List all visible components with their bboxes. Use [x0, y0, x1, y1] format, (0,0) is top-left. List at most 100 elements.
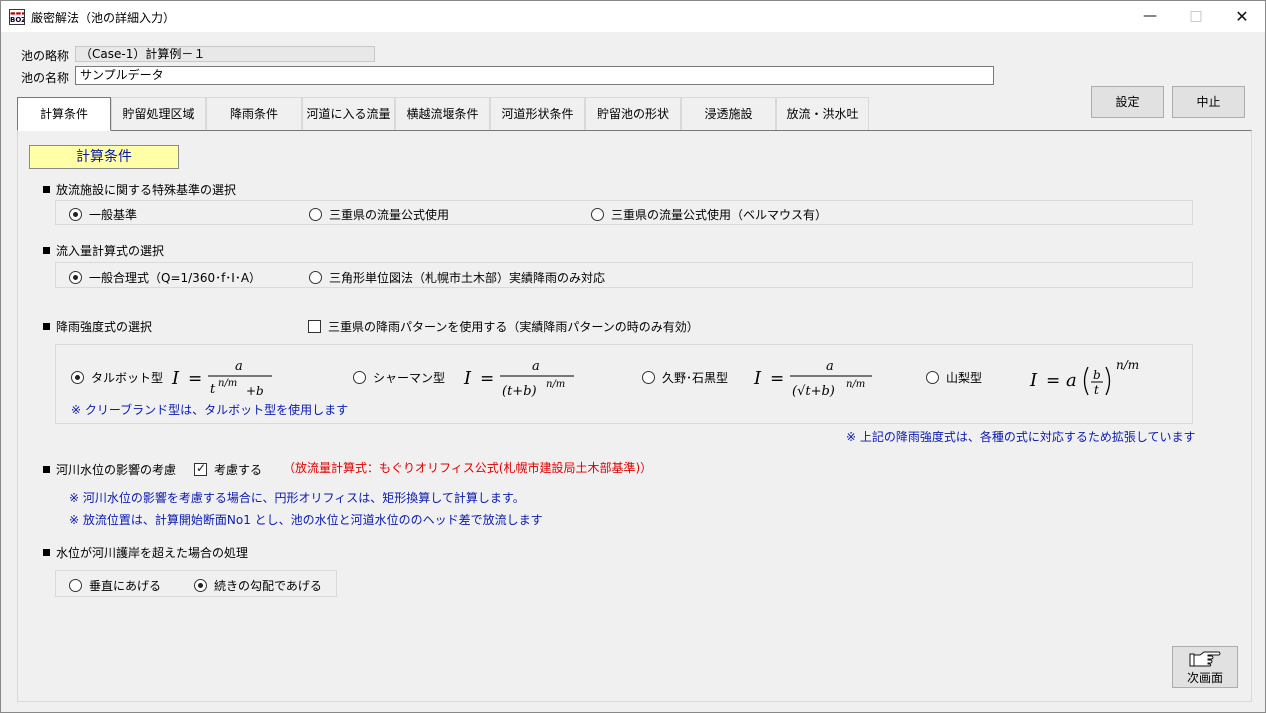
rainfall-option-talbot[interactable]: タルボット型: [71, 369, 163, 386]
inflow-option-label: 三角形単位図法（札幌市土木部）実績降雨のみ対応: [329, 271, 606, 285]
inflow-option-triangular[interactable]: 三角形単位図法（札幌市土木部）実績降雨のみ対応: [309, 269, 605, 286]
formula-symbol: =: [480, 369, 494, 389]
next-screen-button[interactable]: 次画面: [1172, 646, 1238, 688]
discharge-option-mie-bellmouth[interactable]: 三重県の流量公式使用（ベルマウス有）: [591, 206, 827, 223]
app-icon: ▬▬▬ BOZ: [9, 9, 25, 25]
radio-selected-icon[interactable]: [194, 579, 207, 592]
formula-symbol: a: [826, 359, 834, 374]
inflow-heading: 流入量計算式の選択: [43, 242, 164, 259]
discharge-heading: 放流施設に関する特殊基準の選択: [43, 181, 236, 198]
extended-formula-note: ※ 上記の降雨強度式は、各種の式に対応するため拡張しています: [846, 430, 1196, 444]
rainfall-heading-text: 降雨強度式の選択: [56, 320, 153, 334]
radio-icon[interactable]: [591, 208, 604, 221]
formula-symbol: n/m: [546, 379, 565, 390]
formula-symbol: =: [188, 369, 202, 389]
left-paren: [1083, 366, 1089, 396]
checkbox-icon[interactable]: [308, 320, 321, 333]
radio-icon[interactable]: [642, 371, 655, 384]
formula-symbol: n/m: [846, 379, 865, 390]
radio-selected-icon[interactable]: [69, 271, 82, 284]
minimize-icon[interactable]: —: [1127, 1, 1173, 32]
next-screen-label: 次画面: [1186, 671, 1223, 685]
section-title: 計算条件: [29, 145, 179, 169]
tab-calc-conditions[interactable]: 計算条件: [17, 97, 111, 131]
pointing-hand-icon: [1189, 651, 1221, 667]
inflow-group: 一般合理式（Q=1/360･f･I･A） 三角形単位図法（札幌市土木部）実績降雨…: [55, 262, 1193, 288]
overflow-option-label: 続きの勾配であげる: [214, 579, 322, 593]
tab-infiltration[interactable]: 浸透施設: [681, 97, 776, 131]
discharge-option-label: 三重県の流量公式使用（ベルマウス有）: [611, 208, 828, 222]
formula-symbol: +b: [246, 384, 264, 398]
talbot-formula: I = a t n/m +b: [171, 359, 272, 398]
short-name-field: （Case-1）計算例－１: [75, 46, 375, 62]
formula-symbol: (√t+b): [792, 384, 835, 399]
yamanashi-formula: I = a b t n/m: [1029, 358, 1139, 397]
radio-icon[interactable]: [309, 208, 322, 221]
formula-symbol: =: [770, 369, 784, 389]
river-note-orifice: ※ 河川水位の影響を考慮する場合に、円形オリフィスは、矩形換算して計算します。: [69, 491, 525, 505]
formula-symbol: t: [210, 382, 216, 397]
rainfall-option-kuno-ishiguro[interactable]: 久野･石黒型: [642, 369, 728, 386]
rainfall-heading: 降雨強度式の選択: [43, 318, 152, 335]
rainfall-option-yamanashi[interactable]: 山梨型: [926, 369, 982, 386]
maximize-icon[interactable]: □: [1173, 1, 1219, 32]
name-label: 池の名称: [21, 71, 70, 85]
formula-symbol: n/m: [218, 378, 237, 389]
radio-icon[interactable]: [69, 579, 82, 592]
formula-symbol: n/m: [1116, 358, 1139, 372]
mie-pattern-checkbox[interactable]: 三重県の降雨パターンを使用する（実績降雨パターンの時のみ有効）: [308, 318, 699, 335]
close-icon[interactable]: ✕: [1219, 1, 1265, 32]
discharge-group: 一般基準 三重県の流量公式使用 三重県の流量公式使用（ベルマウス有）: [55, 200, 1193, 225]
discharge-option-label: 一般基準: [89, 208, 138, 222]
cleveland-note: ※ クリーブランド型は、タルボット型を使用します: [71, 403, 349, 417]
tab-river-inflow[interactable]: 河道に入る流量: [302, 97, 395, 131]
formula-symbol: I: [463, 368, 472, 389]
discharge-option-mie[interactable]: 三重県の流量公式使用: [309, 206, 449, 223]
tab-channel-shape[interactable]: 河道形状条件: [490, 97, 585, 131]
cancel-button[interactable]: 中止: [1172, 86, 1245, 118]
right-paren: [1105, 366, 1111, 396]
overflow-group: 垂直にあげる 続きの勾配であげる: [55, 570, 337, 597]
kuno-ishiguro-formula: I = a (√t+b) n/m: [753, 359, 872, 399]
inflow-option-rational[interactable]: 一般合理式（Q=1/360･f･I･A）: [69, 269, 261, 286]
bullet-square-icon: [43, 549, 50, 556]
overflow-heading: 水位が河川護岸を超えた場合の処理: [43, 544, 248, 561]
formula-symbol: I: [1029, 370, 1038, 391]
tab-pond-shape[interactable]: 貯留池の形状: [585, 97, 681, 131]
discharge-formula-note: （放流量計算式：もぐりオリフィス公式(札幌市建設局土木部基準)）: [283, 461, 653, 475]
short-name-label: 池の略称: [21, 49, 70, 63]
radio-selected-icon[interactable]: [71, 371, 84, 384]
river-consider-label: 考慮する: [214, 463, 263, 477]
formula-symbol: a: [532, 359, 540, 374]
set-button[interactable]: 設定: [1091, 86, 1164, 118]
overflow-option-vertical[interactable]: 垂直にあげる: [69, 577, 161, 594]
tab-discharge-spillway[interactable]: 放流・洪水吐: [776, 97, 869, 131]
rainfall-group: タルボット型 シャーマン型 久野･石黒型 山梨型 I = a t n/m +b …: [55, 344, 1193, 424]
tab-rainfall[interactable]: 降雨条件: [206, 97, 302, 131]
tab-side-weir[interactable]: 横越流堰条件: [395, 97, 490, 131]
formula-symbol: t: [1094, 383, 1099, 397]
formula-symbol: a: [235, 359, 243, 374]
formula-symbol: I: [753, 368, 762, 389]
rainfall-option-sherman[interactable]: シャーマン型: [353, 369, 445, 386]
inflow-heading-text: 流入量計算式の選択: [56, 244, 165, 258]
rainfall-option-label: タルボット型: [91, 371, 164, 385]
overflow-heading-text: 水位が河川護岸を超えた場合の処理: [56, 546, 249, 560]
overflow-option-label: 垂直にあげる: [89, 579, 162, 593]
discharge-option-general[interactable]: 一般基準: [69, 206, 137, 223]
overflow-option-slope[interactable]: 続きの勾配であげる: [194, 577, 322, 594]
rainfall-option-label: 久野･石黒型: [662, 371, 729, 385]
river-note-position: ※ 放流位置は、計算開始断面No1 とし、池の水位と河道水位ののヘッド差で放流し…: [69, 513, 543, 527]
name-input[interactable]: サンプルデータ: [75, 66, 994, 85]
bullet-square-icon: [43, 466, 50, 473]
formula-symbol: I: [171, 368, 180, 389]
radio-icon[interactable]: [353, 371, 366, 384]
river-consider-checkbox[interactable]: 考慮する: [194, 461, 262, 478]
checkbox-checked-icon[interactable]: [194, 461, 207, 476]
rainfall-option-label: 山梨型: [946, 371, 983, 385]
river-heading: 河川水位の影響の考慮: [43, 461, 176, 478]
radio-icon[interactable]: [309, 271, 322, 284]
radio-icon[interactable]: [926, 371, 939, 384]
radio-selected-icon[interactable]: [69, 208, 82, 221]
tab-storage-area[interactable]: 貯留処理区域: [111, 97, 206, 131]
